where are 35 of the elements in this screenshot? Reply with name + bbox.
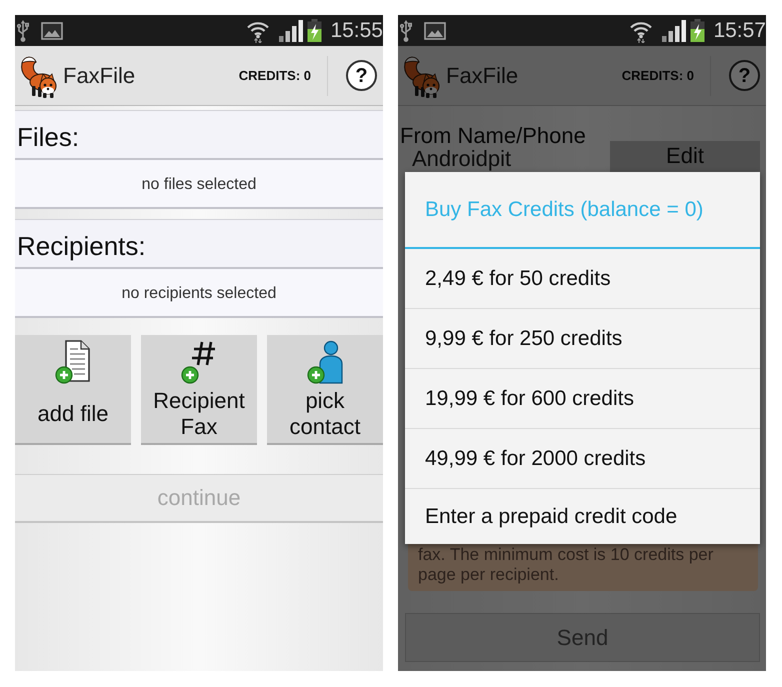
help-button[interactable]: ? xyxy=(346,60,377,91)
signal-icon xyxy=(661,20,688,42)
app-title: FaxFile xyxy=(446,62,518,88)
status-time: 15:57 xyxy=(713,18,766,42)
image-icon xyxy=(41,22,63,40)
app-title: FaxFile xyxy=(63,62,136,88)
sender-value: Androidpit xyxy=(412,148,512,170)
notice-text: fax. The minimum cost is 10 credits per page per recipient. xyxy=(418,545,714,585)
credits-label: CREDITS: 0 xyxy=(238,68,311,83)
help-button[interactable]: ? xyxy=(729,60,760,91)
pick-contact-button[interactable]: pick contact xyxy=(267,335,383,445)
credit-option[interactable]: 19,99 € for 600 credits xyxy=(405,368,760,428)
status-time: 15:55 xyxy=(330,18,383,42)
usb-icon xyxy=(400,20,412,42)
person-plus-icon xyxy=(307,340,343,384)
empty-message: no recipients selected xyxy=(122,285,276,303)
usb-icon xyxy=(17,20,29,42)
credit-option[interactable]: 49,99 € for 2000 credits xyxy=(405,428,760,488)
credit-option[interactable]: Enter a prepaid credit code xyxy=(405,488,760,544)
credit-option[interactable]: 2,49 € for 50 credits xyxy=(405,249,760,308)
recipient-fax-button[interactable]: Recipient Fax xyxy=(141,335,257,445)
signal-icon xyxy=(278,20,306,42)
section-heading: Recipients: xyxy=(17,231,146,261)
image-icon xyxy=(424,22,446,40)
battery-icon xyxy=(307,19,322,42)
dialog-title: Buy Fax Credits (balance = 0) xyxy=(425,198,704,222)
credits-label: CREDITS: 0 xyxy=(622,68,694,83)
sender-label: From Name/Phone xyxy=(400,124,586,148)
battery-icon xyxy=(690,19,706,42)
section-heading: Files: xyxy=(17,122,80,152)
empty-message: no files selected xyxy=(142,176,256,194)
document-plus-icon xyxy=(55,340,91,384)
add-file-button[interactable]: add file xyxy=(15,335,131,445)
credit-option[interactable]: 9,99 € for 250 credits xyxy=(405,308,760,368)
hash-plus-icon xyxy=(181,340,217,384)
